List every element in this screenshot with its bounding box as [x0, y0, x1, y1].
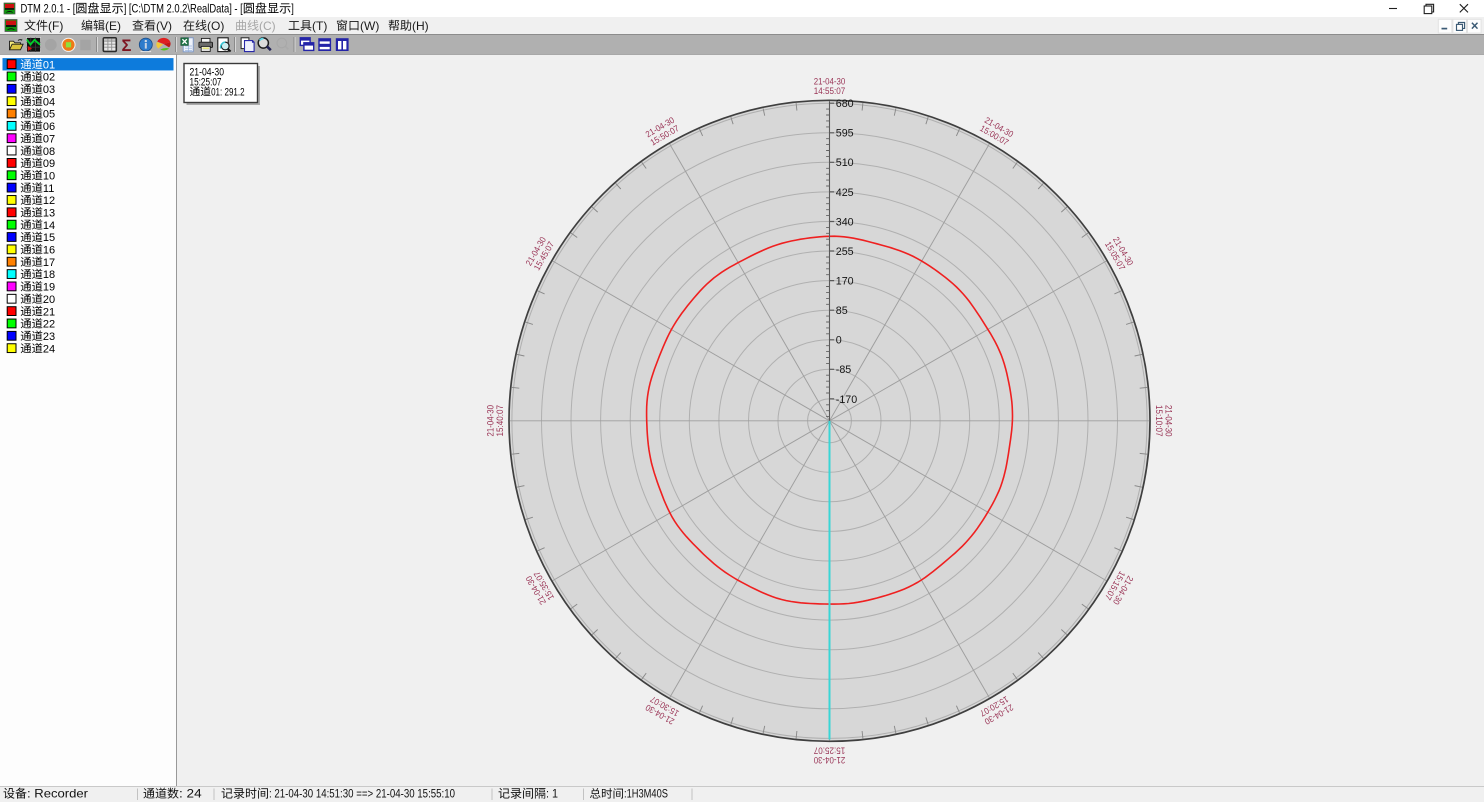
svg-text:22: 22	[43, 319, 55, 331]
svg-text:07: 07	[43, 133, 55, 145]
svg-text:23: 23	[43, 331, 55, 343]
svg-text:12: 12	[43, 195, 55, 207]
svg-text:] [C:\DTM 2.0.2\RealData] - [: ] [C:\DTM 2.0.2\RealData] - [	[124, 2, 244, 16]
svg-text:01: 291.2: 01: 291.2	[211, 86, 245, 98]
svg-text:(T): (T)	[312, 19, 327, 33]
svg-text:595: 595	[836, 128, 854, 140]
svg-text:24: 24	[43, 343, 55, 355]
svg-text:680: 680	[836, 98, 854, 110]
svg-text:Σ: Σ	[122, 37, 132, 55]
svg-text::1H3M40S: :1H3M40S	[624, 787, 668, 801]
svg-text:05: 05	[43, 109, 55, 121]
svg-text:DTM 2.0.1 - [: DTM 2.0.1 - [	[21, 2, 76, 16]
svg-text:08: 08	[43, 146, 55, 158]
svg-text:(O): (O)	[207, 19, 224, 33]
svg-text:-85: -85	[836, 364, 852, 376]
svg-text:255: 255	[836, 246, 854, 258]
svg-text:15:10:07: 15:10:07	[1154, 405, 1164, 437]
svg-text:170: 170	[836, 276, 854, 288]
svg-text:(W): (W)	[360, 19, 379, 33]
svg-text:(V): (V)	[156, 19, 172, 33]
svg-text:17: 17	[43, 257, 55, 269]
svg-text:(F): (F)	[48, 19, 63, 33]
svg-text:18: 18	[43, 269, 55, 281]
svg-text:13: 13	[43, 208, 55, 220]
svg-text:510: 510	[836, 157, 854, 169]
svg-text:85: 85	[836, 305, 848, 317]
svg-text:: 24: : 24	[179, 787, 202, 801]
svg-text:03: 03	[43, 84, 55, 96]
svg-text:16: 16	[43, 245, 55, 257]
svg-text:20: 20	[43, 294, 55, 306]
svg-text:15:25:07: 15:25:07	[814, 746, 846, 756]
svg-text:-170: -170	[836, 394, 857, 406]
svg-text:]: ]	[291, 2, 294, 16]
svg-text:15: 15	[43, 232, 55, 244]
svg-text:11: 11	[43, 183, 54, 195]
svg-text:09: 09	[43, 158, 55, 170]
svg-text:425: 425	[836, 187, 854, 199]
svg-text:02: 02	[43, 72, 55, 84]
svg-text:: 21-04-30 14:51:30 ==> 21-04-: : 21-04-30 14:51:30 ==> 21-04-30 15:55:1…	[269, 787, 455, 801]
svg-text:04: 04	[43, 96, 55, 108]
svg-text:340: 340	[836, 216, 854, 228]
svg-text:: Recorder: : Recorder	[27, 787, 88, 801]
svg-text:14: 14	[43, 220, 55, 232]
svg-text:0: 0	[836, 335, 842, 347]
svg-text:(H): (H)	[412, 19, 429, 33]
svg-text:(C): (C)	[259, 19, 276, 33]
svg-text:01: 01	[43, 59, 55, 71]
svg-text:06: 06	[43, 121, 55, 133]
svg-text:10: 10	[43, 170, 55, 182]
svg-text:19: 19	[43, 282, 55, 294]
svg-text:15:40:07: 15:40:07	[495, 405, 505, 437]
svg-text:(E): (E)	[105, 19, 121, 33]
svg-text:21: 21	[43, 306, 55, 318]
svg-text:14:55:07: 14:55:07	[814, 86, 846, 96]
svg-text:: 1: : 1	[546, 787, 558, 801]
